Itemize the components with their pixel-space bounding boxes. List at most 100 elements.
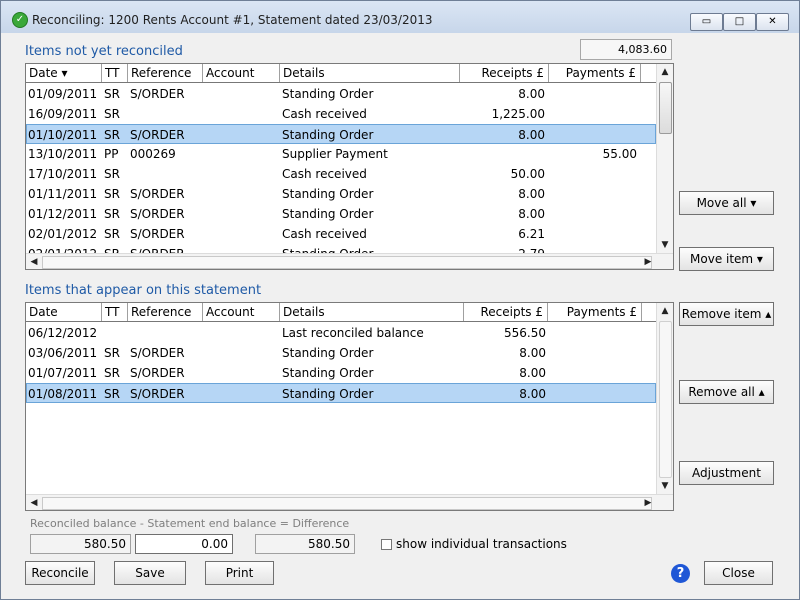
vertical-scroll-thumb[interactable] <box>659 82 672 134</box>
row-reference: S/ORDER <box>130 366 185 380</box>
row-tt: PP <box>104 147 119 161</box>
row-date: 01/12/2011 <box>28 207 98 221</box>
reconciled-balance-field: 580.50 <box>30 534 131 554</box>
horizontal-scroll-thumb[interactable] <box>42 256 652 269</box>
row-reference: 000269 <box>130 147 176 161</box>
row-details: Standing Order <box>282 366 374 380</box>
row-reference: S/ORDER <box>130 227 185 241</box>
row-receipts: 1,225.00 <box>491 107 545 121</box>
scroll-down-arrow-icon[interactable]: ▼ <box>657 478 673 494</box>
statement-end-balance-input[interactable]: 0.00 <box>135 534 233 554</box>
help-icon[interactable]: ? <box>671 564 690 583</box>
print-button[interactable]: Print <box>205 561 274 585</box>
unreconciled-vertical-scrollbar[interactable]: ▲ ▼ <box>656 64 673 253</box>
close-window-button[interactable]: ✕ <box>756 13 789 31</box>
unreconciled-grid: Date ▾ TT Reference Account Details Rece… <box>25 63 674 270</box>
adjustment-button[interactable]: Adjustment <box>679 461 774 485</box>
header-reference[interactable]: Reference <box>128 64 203 82</box>
header-date[interactable]: Date ▾ <box>26 64 102 82</box>
row-reference: S/ORDER <box>130 207 185 221</box>
vertical-scroll-thumb[interactable] <box>659 321 672 478</box>
row-receipts: 556.50 <box>504 326 546 340</box>
row-reference: S/ORDER <box>130 187 185 201</box>
header-account[interactable]: Account <box>203 64 280 82</box>
row-date: 02/01/2012 <box>28 227 98 241</box>
statement-horizontal-scrollbar[interactable]: ◀ ▶ <box>26 494 673 510</box>
row-receipts: 8.00 <box>518 207 545 221</box>
scroll-left-arrow-icon[interactable]: ◀ <box>26 495 42 510</box>
row-tt: SR <box>104 207 120 221</box>
row-details: Supplier Payment <box>282 147 388 161</box>
header-receipts[interactable]: Receipts £ <box>460 64 549 82</box>
close-button[interactable]: Close <box>704 561 773 585</box>
row-payments <box>549 84 637 104</box>
row-reference: S/ORDER <box>130 346 185 360</box>
row-details: Last reconciled balance <box>282 326 424 340</box>
table-row[interactable]: 13/10/2011 PP 000269 Supplier Payment 55… <box>26 144 656 164</box>
row-receipts: 8.00 <box>518 187 545 201</box>
horizontal-scroll-thumb[interactable] <box>42 497 652 510</box>
table-row[interactable]: 01/12/2011 SR S/ORDER Standing Order 8.0… <box>26 204 656 224</box>
row-tt: SR <box>104 187 120 201</box>
header-details[interactable]: Details <box>280 64 460 82</box>
table-row[interactable]: 01/11/2011 SR S/ORDER Standing Order 8.0… <box>26 184 656 204</box>
row-payments <box>548 323 638 343</box>
row-receipts <box>460 144 545 164</box>
row-receipts: 8.00 <box>518 87 545 101</box>
row-payments <box>549 104 637 124</box>
row-payments <box>549 125 637 145</box>
header-reference[interactable]: Reference <box>128 303 203 321</box>
remove-item-button[interactable]: Remove item ▴ <box>679 302 774 326</box>
table-row[interactable]: 17/10/2011 SR Cash received 50.00 <box>26 164 656 184</box>
header-receipts[interactable]: Receipts £ <box>464 303 548 321</box>
move-all-button[interactable]: Move all ▾ <box>679 191 774 215</box>
reconcile-button[interactable]: Reconcile <box>25 561 95 585</box>
row-tt: SR <box>104 107 120 121</box>
header-account[interactable]: Account <box>203 303 280 321</box>
header-date[interactable]: Date <box>26 303 102 321</box>
row-reference: S/ORDER <box>130 387 185 401</box>
row-payments: 55.00 <box>602 147 637 161</box>
save-button[interactable]: Save <box>114 561 186 585</box>
row-payments <box>549 204 637 224</box>
scroll-down-arrow-icon[interactable]: ▼ <box>657 237 673 253</box>
row-details: Cash received <box>282 107 367 121</box>
row-details: Standing Order <box>282 128 374 142</box>
table-row[interactable]: 01/09/2011 SR S/ORDER Standing Order 8.0… <box>26 84 656 104</box>
remove-all-button[interactable]: Remove all ▴ <box>679 380 774 404</box>
row-receipts: 8.00 <box>518 128 545 142</box>
row-tt: SR <box>104 366 120 380</box>
scroll-up-arrow-icon[interactable]: ▲ <box>657 303 673 319</box>
unreconciled-header: Date ▾ TT Reference Account Details Rece… <box>26 64 673 83</box>
header-payments[interactable]: Payments £ <box>549 64 641 82</box>
statement-grid: Date TT Reference Account Details Receip… <box>25 302 674 511</box>
row-payments <box>549 164 637 184</box>
selected-table-row[interactable]: 01/10/2011 SR S/ORDER Standing Order 8.0… <box>26 124 656 144</box>
row-tt: SR <box>104 87 120 101</box>
table-row[interactable]: 16/09/2011 SR Cash received 1,225.00 <box>26 104 656 124</box>
statement-vertical-scrollbar[interactable]: ▲ ▼ <box>656 303 673 494</box>
table-row[interactable]: 03/06/2011 SR S/ORDER Standing Order 8.0… <box>26 343 656 363</box>
row-details: Standing Order <box>282 187 374 201</box>
row-date: 16/09/2011 <box>28 107 98 121</box>
table-row[interactable]: 01/07/2011 SR S/ORDER Standing Order 8.0… <box>26 363 656 383</box>
minimize-button[interactable]: ▭ <box>690 13 723 31</box>
show-individual-checkbox[interactable] <box>381 539 392 550</box>
header-details[interactable]: Details <box>280 303 464 321</box>
maximize-button[interactable]: □ <box>723 13 756 31</box>
scroll-up-arrow-icon[interactable]: ▲ <box>657 64 673 80</box>
move-item-button[interactable]: Move item ▾ <box>679 247 774 271</box>
scroll-right-arrow-icon[interactable]: ▶ <box>640 254 656 269</box>
scroll-right-arrow-icon[interactable]: ▶ <box>640 495 656 510</box>
header-payments[interactable]: Payments £ <box>548 303 642 321</box>
row-date: 01/11/2011 <box>28 187 98 201</box>
unreconciled-horizontal-scrollbar[interactable]: ◀ ▶ <box>26 253 673 269</box>
title-bar[interactable]: ✓ Reconciling: 1200 Rents Account #1, St… <box>1 1 799 33</box>
table-row[interactable]: 02/01/2012 SR S/ORDER Cash received 6.21 <box>26 224 656 244</box>
header-tt[interactable]: TT <box>102 303 128 321</box>
row-details: Cash received <box>282 167 367 181</box>
scroll-left-arrow-icon[interactable]: ◀ <box>26 254 42 269</box>
selected-table-row[interactable]: 01/08/2011 SR S/ORDER Standing Order 8.0… <box>26 383 656 403</box>
table-row[interactable]: 06/12/2012 Last reconciled balance 556.5… <box>26 323 656 343</box>
header-tt[interactable]: TT <box>102 64 128 82</box>
